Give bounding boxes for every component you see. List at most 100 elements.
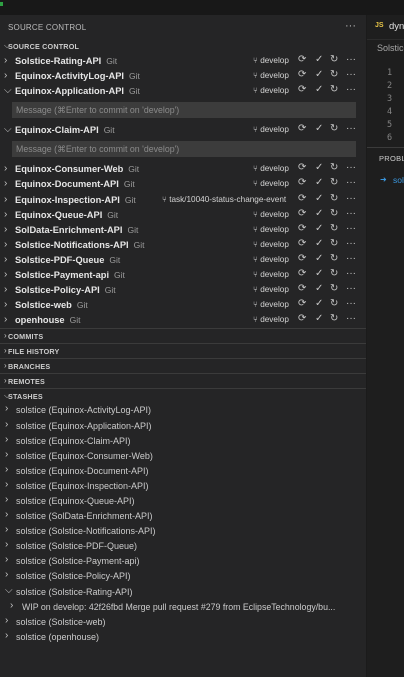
repository-row[interactable]: › Equinox-Inspection-API Git ⑂ task/10040-s… [0, 193, 366, 208]
stash-item[interactable]: › solstice (Equinox-Claim-API) [0, 434, 366, 449]
stash-item[interactable]: › solstice (Solstice-PDF-Queue) [0, 539, 366, 554]
commit-check-icon[interactable]: ✓ [315, 54, 323, 65]
sync-icon[interactable]: ⟳ [298, 313, 306, 324]
branch-indicator[interactable]: ⑂ develop [253, 56, 289, 65]
more-icon[interactable]: ··· [346, 253, 356, 264]
commit-check-icon[interactable]: ✓ [315, 123, 323, 134]
commit-check-icon[interactable]: ✓ [315, 283, 323, 294]
editor-tab[interactable]: JS dyna [367, 15, 404, 40]
stash-item[interactable]: › solstice (Equinox-Document-API) [0, 464, 366, 479]
repository-row[interactable]: › Equinox-ActivityLog-API Git ⑂ develop ⟳ ✓ ↻ ·… [0, 69, 366, 84]
sync-icon[interactable]: ⟳ [298, 84, 306, 95]
more-icon[interactable]: ··· [346, 313, 356, 324]
branch-indicator[interactable]: ⑂ develop [253, 270, 289, 279]
commit-check-icon[interactable]: ✓ [315, 208, 323, 219]
repository-row[interactable]: › Solstice-PDF-Queue Git ⑂ develop ⟳ ✓ ↻ ··· [0, 253, 366, 268]
panel-item[interactable]: sol [393, 175, 404, 185]
more-icon[interactable]: ··· [346, 84, 356, 95]
refresh-icon[interactable]: ↻ [330, 69, 338, 80]
commit-check-icon[interactable]: ✓ [315, 223, 323, 234]
repository-row[interactable]: ⌵ Equinox-Claim-API Git ⑂ develop ⟳ ✓ ↻ ··· [0, 123, 366, 138]
stash-item[interactable]: › solstice (SolData-Enrichment-API) [0, 509, 366, 524]
refresh-icon[interactable]: ↻ [330, 123, 338, 134]
more-actions-icon[interactable]: ··· [345, 20, 356, 32]
more-icon[interactable]: ··· [346, 283, 356, 294]
section-file-history[interactable]: › FILE HISTORY [0, 343, 366, 358]
repository-row[interactable]: › openhouse Git ⑂ develop ⟳ ✓ ↻ ··· [0, 313, 366, 328]
branch-indicator[interactable]: ⑂ develop [253, 255, 289, 264]
sync-icon[interactable]: ⟳ [298, 238, 306, 249]
branch-indicator[interactable]: ⑂ develop [253, 125, 289, 134]
repository-row[interactable]: › Solstice-web Git ⑂ develop ⟳ ✓ ↻ ··· [0, 298, 366, 313]
stash-item[interactable]: › solstice (openhouse) [0, 630, 366, 645]
commit-check-icon[interactable]: ✓ [315, 238, 323, 249]
branch-indicator[interactable]: ⑂ develop [253, 225, 289, 234]
branch-indicator[interactable]: ⑂ develop [253, 71, 289, 80]
sync-icon[interactable]: ⟳ [298, 298, 306, 309]
more-icon[interactable]: ··· [346, 162, 356, 173]
stash-entry[interactable]: › WIP on develop: 42f26fbd Merge pull req… [0, 600, 366, 615]
sync-icon[interactable]: ⟳ [298, 208, 306, 219]
stash-item[interactable]: › solstice (Solstice-Notifications-API) [0, 524, 366, 539]
stash-item[interactable]: › solstice (Equinox-Application-API) [0, 419, 366, 434]
commit-check-icon[interactable]: ✓ [315, 69, 323, 80]
repository-row[interactable]: › Equinox-Queue-API Git ⑂ develop ⟳ ✓ ↻ ··· [0, 208, 366, 223]
commit-check-icon[interactable]: ✓ [315, 253, 323, 264]
sync-icon[interactable]: ⟳ [298, 54, 306, 65]
more-icon[interactable]: ··· [346, 238, 356, 249]
repository-row[interactable]: › Solstice-Policy-API Git ⑂ develop ⟳ ✓ ↻ ··· [0, 283, 366, 298]
section-branches[interactable]: › BRANCHES [0, 358, 366, 373]
refresh-icon[interactable]: ↻ [330, 298, 338, 309]
sync-icon[interactable]: ⟳ [298, 69, 306, 80]
sync-icon[interactable]: ⟳ [298, 223, 306, 234]
more-icon[interactable]: ··· [346, 268, 356, 279]
commit-check-icon[interactable]: ✓ [315, 268, 323, 279]
repository-row[interactable]: › SolData-Enrichment-API Git ⑂ develop ⟳ ✓ ↻ ··… [0, 223, 366, 238]
refresh-icon[interactable]: ↻ [330, 54, 338, 65]
more-icon[interactable]: ··· [346, 54, 356, 65]
stash-item[interactable]: ⌵ solstice (Solstice-Rating-API) [0, 585, 366, 600]
branch-indicator[interactable]: ⑂ develop [253, 240, 289, 249]
branch-indicator[interactable]: ⑂ develop [253, 300, 289, 309]
repository-row[interactable]: › Solstice-Payment-api Git ⑂ develop ⟳ ✓ ↻ ··· [0, 268, 366, 283]
sync-icon[interactable]: ⟳ [298, 177, 306, 188]
refresh-icon[interactable]: ↻ [330, 268, 338, 279]
repository-row[interactable]: ⌵ Equinox-Application-API Git ⑂ develop ⟳ ✓ ↻ ·… [0, 84, 366, 99]
commit-check-icon[interactable]: ✓ [315, 84, 323, 95]
branch-indicator[interactable]: ⑂ develop [253, 164, 289, 173]
refresh-icon[interactable]: ↻ [330, 84, 338, 95]
panel-tab-problems[interactable]: PROBLEMS [379, 154, 404, 163]
refresh-icon[interactable]: ↻ [330, 313, 338, 324]
more-icon[interactable]: ··· [346, 223, 356, 234]
more-icon[interactable]: ··· [346, 298, 356, 309]
commit-check-icon[interactable]: ✓ [315, 162, 323, 173]
sync-icon[interactable]: ⟳ [298, 193, 306, 204]
section-remotes[interactable]: › REMOTES [0, 373, 366, 388]
stash-item[interactable]: › solstice (Solstice-Payment-api) [0, 554, 366, 569]
refresh-icon[interactable]: ↻ [330, 193, 338, 204]
repository-row[interactable]: › Equinox-Document-API Git ⑂ develop ⟳ ✓ ↻ ··· [0, 177, 366, 192]
stash-item[interactable]: › solstice (Equinox-Inspection-API) [0, 479, 366, 494]
section-commits[interactable]: › COMMITS [0, 328, 366, 343]
section-source-control[interactable]: ⌵ SOURCE CONTROL [0, 39, 366, 54]
more-icon[interactable]: ··· [346, 69, 356, 80]
sync-icon[interactable]: ⟳ [298, 253, 306, 264]
refresh-icon[interactable]: ↻ [330, 223, 338, 234]
commit-check-icon[interactable]: ✓ [315, 313, 323, 324]
commit-check-icon[interactable]: ✓ [315, 193, 323, 204]
refresh-icon[interactable]: ↻ [330, 208, 338, 219]
stash-item[interactable]: › solstice (Solstice-Policy-API) [0, 569, 366, 584]
branch-indicator[interactable]: ⑂ develop [253, 179, 289, 188]
branch-indicator[interactable]: ⑂ develop [253, 285, 289, 294]
sync-icon[interactable]: ⟳ [298, 283, 306, 294]
refresh-icon[interactable]: ↻ [330, 253, 338, 264]
refresh-icon[interactable]: ↻ [330, 162, 338, 173]
branch-indicator[interactable]: ⑂ develop [253, 86, 289, 95]
repository-row[interactable]: › Solstice-Rating-API Git ⑂ develop ⟳ ✓ ↻ ··· [0, 54, 366, 69]
sync-icon[interactable]: ⟳ [298, 123, 306, 134]
branch-indicator[interactable]: ⑂ develop [253, 315, 289, 324]
sync-icon[interactable]: ⟳ [298, 162, 306, 173]
branch-indicator[interactable]: ⑂ develop [253, 210, 289, 219]
commit-message-input[interactable]: Message (⌘Enter to commit on 'develop') [12, 102, 356, 119]
commit-message-input[interactable]: Message (⌘Enter to commit on 'develop') [12, 141, 356, 158]
